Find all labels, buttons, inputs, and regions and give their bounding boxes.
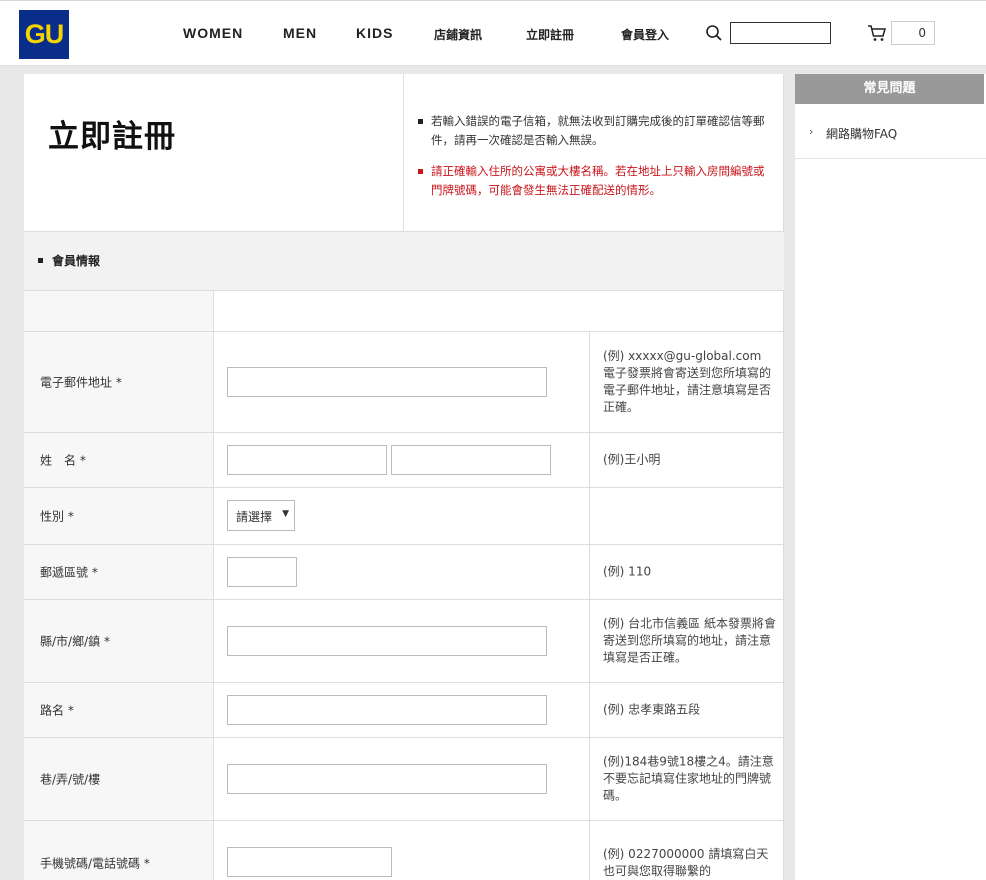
nav-men[interactable]: MEN [283,25,317,41]
gu-logo[interactable]: GU [19,10,69,59]
notice-email: 若輸入錯誤的電子信箱，就無法收到訂購完成後的訂單確認信等郵件，請再一次確認是否輸… [418,112,774,150]
name-label: 姓 名 * [24,433,214,487]
bullet-icon [38,258,43,263]
form-row-city: 縣/市/鄉/鎮 * (例) 台北市信義區 紙本發票將會寄送到您所填寫的地址，請注… [24,600,784,683]
email-field[interactable] [227,367,547,397]
nav-register[interactable]: 立即註冊 [526,26,574,43]
road-label: 路名 * [24,683,214,737]
notice-address: 請正確輸入住所的公寓或大樓名稱。若在地址上只輸入房間編號或門牌號碼，可能會發生無… [418,162,774,200]
section-title: 會員情報 [52,254,101,268]
phone-example: (例) 0227000000 請填寫白天也可與您取得聯繫的 [589,821,784,880]
form-row-lane: 巷/弄/號/樓 (例)184巷9號18樓之4。請注意不要忘記填寫住家地址的門牌號… [24,738,784,821]
city-label: 縣/市/鄉/鎮 * [24,600,214,682]
nav-login[interactable]: 會員登入 [621,26,669,43]
title-box: 立即註冊 [24,74,404,231]
lane-field[interactable] [227,764,547,794]
postal-example: (例) 110 [589,545,784,599]
form-row-road: 路名 * (例) 忠孝東路五段 [24,683,784,738]
road-example: (例) 忠孝東路五段 [589,683,784,737]
nav-kids[interactable]: KIDS [356,25,393,41]
phone-field[interactable] [227,847,392,877]
nav-women[interactable]: WOMEN [183,25,243,41]
phone-label: 手機號碼/電話號碼 * [24,821,214,880]
gender-select-value: 請選擇 [236,510,273,524]
faq-item-online-shopping[interactable]: › 網路購物FAQ [795,104,986,159]
form-row-blank [24,291,784,332]
cart-count[interactable]: 0 [891,21,935,45]
chevron-right-icon: › [809,125,814,138]
form-row-phone: 手機號碼/電話號碼 * (例) 0227000000 請填寫白天也可與您取得聯繫… [24,821,784,880]
last-name-field[interactable] [227,445,387,475]
section-header: 會員情報 [24,232,784,291]
postal-code-field[interactable] [227,557,297,587]
form-row-name: 姓 名 * (例)王小明 [24,433,784,488]
form-row-gender: 性別 * 請選擇 ▼ [24,488,784,545]
dropdown-arrow-icon: ▼ [282,509,289,519]
first-name-field[interactable] [391,445,551,475]
form-row-email: 電子郵件地址 * (例) xxxxx@gu-global.com 電子發票將會寄… [24,332,784,433]
lane-example: (例)184巷9號18樓之4。請注意不要忘記填寫住家地址的門牌號碼。 [589,738,784,820]
gender-select[interactable]: 請選擇 ▼ [227,500,295,531]
gender-example [589,488,784,544]
header-topline [0,0,986,1]
name-example: (例)王小明 [589,433,784,487]
road-field[interactable] [227,695,547,725]
email-label: 電子郵件地址 * [24,332,214,432]
cart-icon[interactable] [867,24,887,42]
page-title: 立即註冊 [48,119,176,155]
email-example: (例) xxxxx@gu-global.com 電子發票將會寄送到您所填寫的電子… [589,332,784,432]
row-label-cell [24,291,214,331]
notice-list: 若輸入錯誤的電子信箱，就無法收到訂購完成後的訂單確認信等郵件，請再一次確認是否輸… [418,112,774,212]
lane-label: 巷/弄/號/樓 [24,738,214,820]
gender-label: 性別 * [24,488,214,544]
city-example: (例) 台北市信義區 紙本發票將會寄送到您所填寫的地址，請注意填寫是否正確。 [589,600,784,682]
nav-store-info[interactable]: 店鋪資訊 [434,26,482,43]
postal-label: 郵遞區號 * [24,545,214,599]
search-input[interactable] [730,22,831,44]
faq-item-label: 網路購物FAQ [826,127,898,141]
search-icon[interactable] [705,24,723,42]
faq-sidebar: 常見問題 › 網路購物FAQ [795,74,986,880]
city-field[interactable] [227,626,547,656]
site-header: GU WOMEN MEN KIDS 店鋪資訊 立即註冊 會員登入 0 [0,0,986,66]
registration-panel: 立即註冊 若輸入錯誤的電子信箱，就無法收到訂購完成後的訂單確認信等郵件，請再一次… [24,74,784,880]
faq-title: 常見問題 [795,74,984,104]
form-row-postal: 郵遞區號 * (例) 110 [24,545,784,600]
